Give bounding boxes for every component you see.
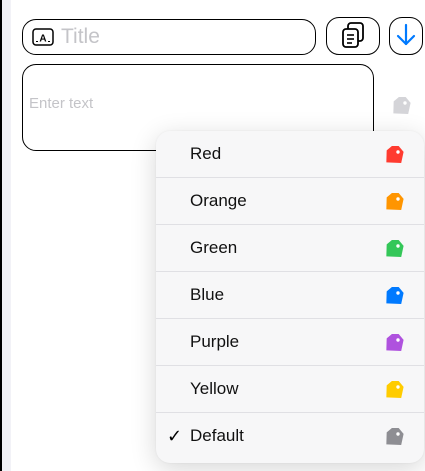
menu-item-orange[interactable]: Orange <box>156 178 424 225</box>
left-divider <box>0 0 2 471</box>
text-format-icon: A <box>32 28 54 46</box>
menu-item-label: Orange <box>190 191 247 210</box>
title-input[interactable] <box>61 25 301 49</box>
title-field[interactable]: A <box>22 19 316 55</box>
tag-icon <box>386 193 404 211</box>
menu-item-label: Red <box>190 144 222 163</box>
tag-icon <box>386 287 404 305</box>
tag-icon <box>386 146 404 164</box>
arrow-down-icon <box>396 23 416 50</box>
tag-button[interactable] <box>390 94 412 122</box>
copy-button[interactable] <box>326 17 380 55</box>
menu-item-default[interactable]: ✓ Default <box>156 413 424 459</box>
doc-on-doc-icon <box>340 21 366 52</box>
tag-icon <box>386 381 404 399</box>
download-button[interactable] <box>389 17 423 55</box>
tag-icon <box>386 240 404 258</box>
menu-item-label: Blue <box>190 285 225 304</box>
menu-item-red[interactable]: Red <box>156 131 424 178</box>
checkmark-icon: ✓ <box>167 425 183 446</box>
menu-item-label: Purple <box>190 332 240 351</box>
menu-item-yellow[interactable]: Yellow <box>156 366 424 413</box>
menu-item-blue[interactable]: Blue <box>156 272 424 319</box>
menu-item-purple[interactable]: Purple <box>156 319 424 366</box>
svg-text:A: A <box>39 34 46 45</box>
tag-color-menu: Red Orange Green Blue Purple Yellow ✓ Default <box>156 131 424 463</box>
menu-item-label: Yellow <box>190 379 239 398</box>
tag-icon <box>386 428 404 446</box>
menu-item-label: Green <box>190 238 238 257</box>
menu-item-green[interactable]: Green <box>156 225 424 272</box>
tag-icon <box>386 334 404 352</box>
tag-icon <box>393 94 411 115</box>
menu-item-label: Default <box>190 426 244 445</box>
